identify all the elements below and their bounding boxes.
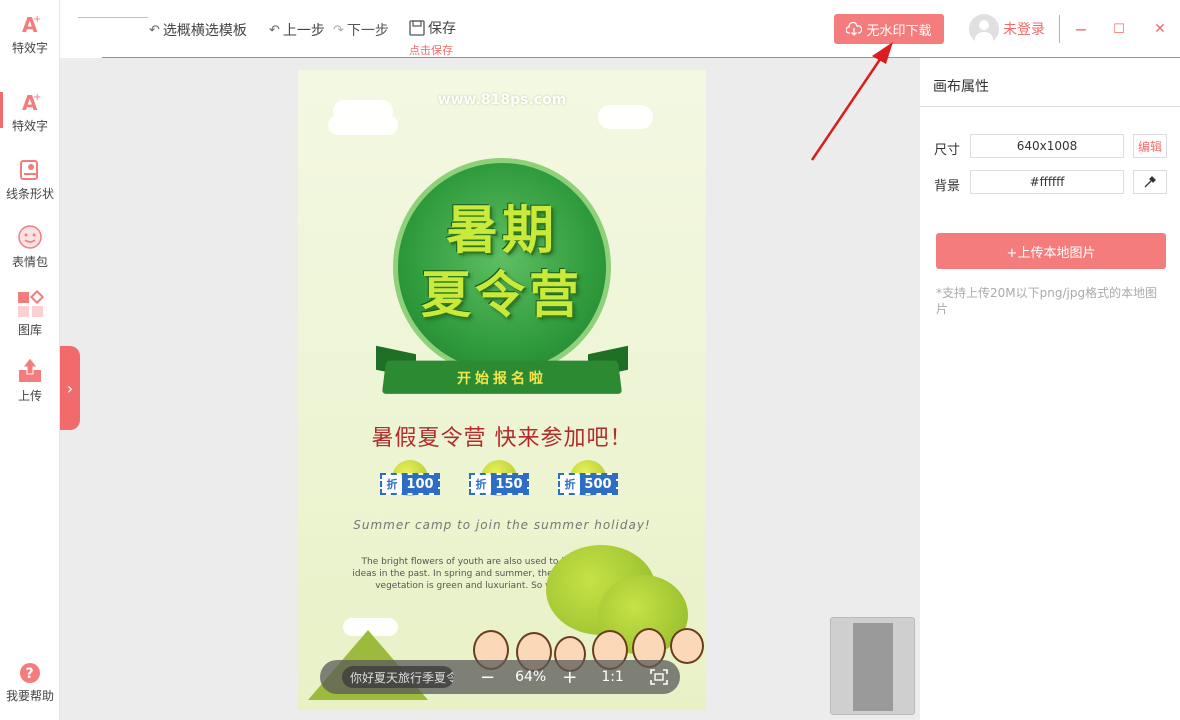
coupon-value: 500 <box>580 475 616 493</box>
sidebar-item-text-effect-top[interactable]: A + 特效字 <box>0 12 60 56</box>
coupon-value: 100 <box>402 475 438 493</box>
help-button[interactable]: ? 我要帮助 <box>0 662 60 704</box>
size-label: 尺寸 <box>934 143 961 158</box>
sidebar-item-emoji[interactable]: 表情包 <box>0 224 60 270</box>
properties-panel: 画布属性 尺寸 编辑 背景 +上传本地图片 *支持上传20M以下png/jpg格… <box>920 58 1180 720</box>
zoom-toolbar: 你好夏天旅行季夏令 − 64% + 1:1 <box>320 660 680 694</box>
cloud-download-icon <box>846 22 863 36</box>
close-button[interactable]: ✕ <box>1149 18 1171 40</box>
svg-text:+: + <box>33 92 41 103</box>
sidebar-item-gallery[interactable]: 图库 <box>0 290 60 338</box>
user-login[interactable]: 未登录 <box>969 14 1045 44</box>
zoom-out-button[interactable]: − <box>480 667 495 688</box>
svg-text:?: ? <box>26 666 34 682</box>
actual-size-button[interactable]: 1:1 <box>601 669 624 685</box>
download-button[interactable]: 无水印下载 <box>834 14 944 44</box>
background-color-field[interactable] <box>970 170 1124 194</box>
save-label: 保存 <box>428 21 456 37</box>
undo-button[interactable]: ↶ 上一步 <box>269 20 325 40</box>
help-label: 我要帮助 <box>5 689 54 703</box>
coupon-tag: 折 500 <box>558 473 618 495</box>
save-icon <box>409 20 425 36</box>
divider <box>920 106 1180 107</box>
sidebar-item-label: 表情包 <box>11 255 48 269</box>
layer-name[interactable]: 你好夏天旅行季夏令 <box>342 666 454 688</box>
emoji-icon <box>18 225 42 249</box>
color-picker-button[interactable] <box>1133 170 1167 194</box>
cloud-decoration <box>598 105 653 129</box>
coupon-value: 150 <box>491 475 527 493</box>
poster-slogan[interactable]: 暑假夏令营 快来参加吧！ <box>298 420 706 452</box>
coupon-prefix: 折 <box>564 478 576 491</box>
coupon[interactable]: 折 150 <box>469 460 529 498</box>
size-field[interactable] <box>970 134 1124 158</box>
divider <box>1059 15 1060 43</box>
save-button[interactable]: 保存 <box>409 18 456 38</box>
maximize-button[interactable]: ☐ <box>1108 18 1130 40</box>
help-icon: ? <box>20 663 40 683</box>
fit-screen-button[interactable] <box>650 669 668 685</box>
english-subtitle[interactable]: Summer camp to join the summer holiday! <box>298 518 706 532</box>
sidebar-item-upload[interactable]: 上传 <box>0 356 60 404</box>
panel-title: 画布属性 <box>933 79 989 95</box>
save-hint: 点击保存 <box>409 44 453 57</box>
coupon[interactable]: 折 500 <box>558 460 618 498</box>
sidebar-item-label: 图库 <box>17 323 42 337</box>
sidebar-item-label: 特效字 <box>11 41 48 55</box>
sidebar-item-label: 线条形状 <box>5 187 54 201</box>
fit-screen-icon <box>650 669 668 685</box>
text-effect-icon: A+ <box>22 13 41 36</box>
upload-image-button[interactable]: +上传本地图片 <box>936 233 1166 269</box>
sidebar-item-label: 特效字 <box>11 119 48 133</box>
svg-text:+: + <box>33 14 41 25</box>
navigator-viewport[interactable] <box>853 623 893 711</box>
undo-label: 上一步 <box>282 23 325 39</box>
sidebar-item-shapes[interactable]: 线条形状 <box>0 158 60 202</box>
left-sidebar: A + 特效字 A + 特效字 线条形状 表情包 图库 上传 ? 我要帮助 <box>0 0 60 720</box>
minimize-button[interactable]: − <box>1070 18 1092 40</box>
coupon-tag: 折 150 <box>469 473 529 495</box>
zoom-level: 64% <box>515 669 547 685</box>
select-template-label: 选概横选模板 <box>162 23 247 39</box>
poster-canvas[interactable]: www.818ps.com 暑期 夏令营 开始报名啦 暑假夏令营 快来参加吧！ … <box>298 70 706 710</box>
title-underline <box>78 17 148 18</box>
navigator-thumbnail[interactable] <box>830 617 915 715</box>
coupon-prefix: 折 <box>386 478 398 491</box>
minimize-icon: − <box>1074 19 1088 39</box>
zoom-in-button[interactable]: + <box>562 667 577 688</box>
coupon[interactable]: 折 100 <box>380 460 440 498</box>
poster-title-line1[interactable]: 暑期 <box>298 188 706 263</box>
kid-illustration <box>670 628 704 664</box>
sidebar-item-label: 上传 <box>17 389 42 403</box>
expand-panel-button[interactable]: › <box>60 346 80 430</box>
redo-icon: ↷ <box>333 22 344 38</box>
coupon-tag: 折 100 <box>380 473 440 495</box>
text-effect-icon: A+ <box>22 91 41 114</box>
chevron-right-icon: › <box>66 378 74 398</box>
gallery-icon <box>18 290 44 317</box>
background-label: 背景 <box>934 179 961 194</box>
coupon-prefix: 折 <box>475 478 487 491</box>
download-label: 无水印下载 <box>866 23 932 39</box>
redo-label: 下一步 <box>346 23 389 39</box>
undo-arrow-icon: ↶ <box>149 22 160 38</box>
shape-icon <box>20 160 38 180</box>
upload-icon <box>19 357 41 382</box>
poster-title-line2[interactable]: 夏令营 <box>298 255 706 327</box>
maximize-icon: ☐ <box>1113 21 1125 37</box>
ribbon-text[interactable]: 开始报名啦 <box>298 368 706 388</box>
redo-button[interactable]: ↷ 下一步 <box>333 20 389 40</box>
select-template-button[interactable]: ↶ 选概横选模板 <box>149 20 247 40</box>
sidebar-item-text-effect[interactable]: A + 特效字 <box>0 90 60 134</box>
undo-icon: ↶ <box>269 22 280 38</box>
cloud-decoration <box>328 115 398 135</box>
user-status: 未登录 <box>1003 22 1045 38</box>
upload-note: *支持上传20M以下png/jpg格式的本地图片 <box>936 286 1158 316</box>
close-icon: ✕ <box>1154 21 1166 37</box>
eyedropper-icon <box>1144 176 1156 188</box>
avatar <box>969 14 999 44</box>
watermark-url: www.818ps.com <box>437 92 567 108</box>
edit-size-button[interactable]: 编辑 <box>1133 134 1167 158</box>
